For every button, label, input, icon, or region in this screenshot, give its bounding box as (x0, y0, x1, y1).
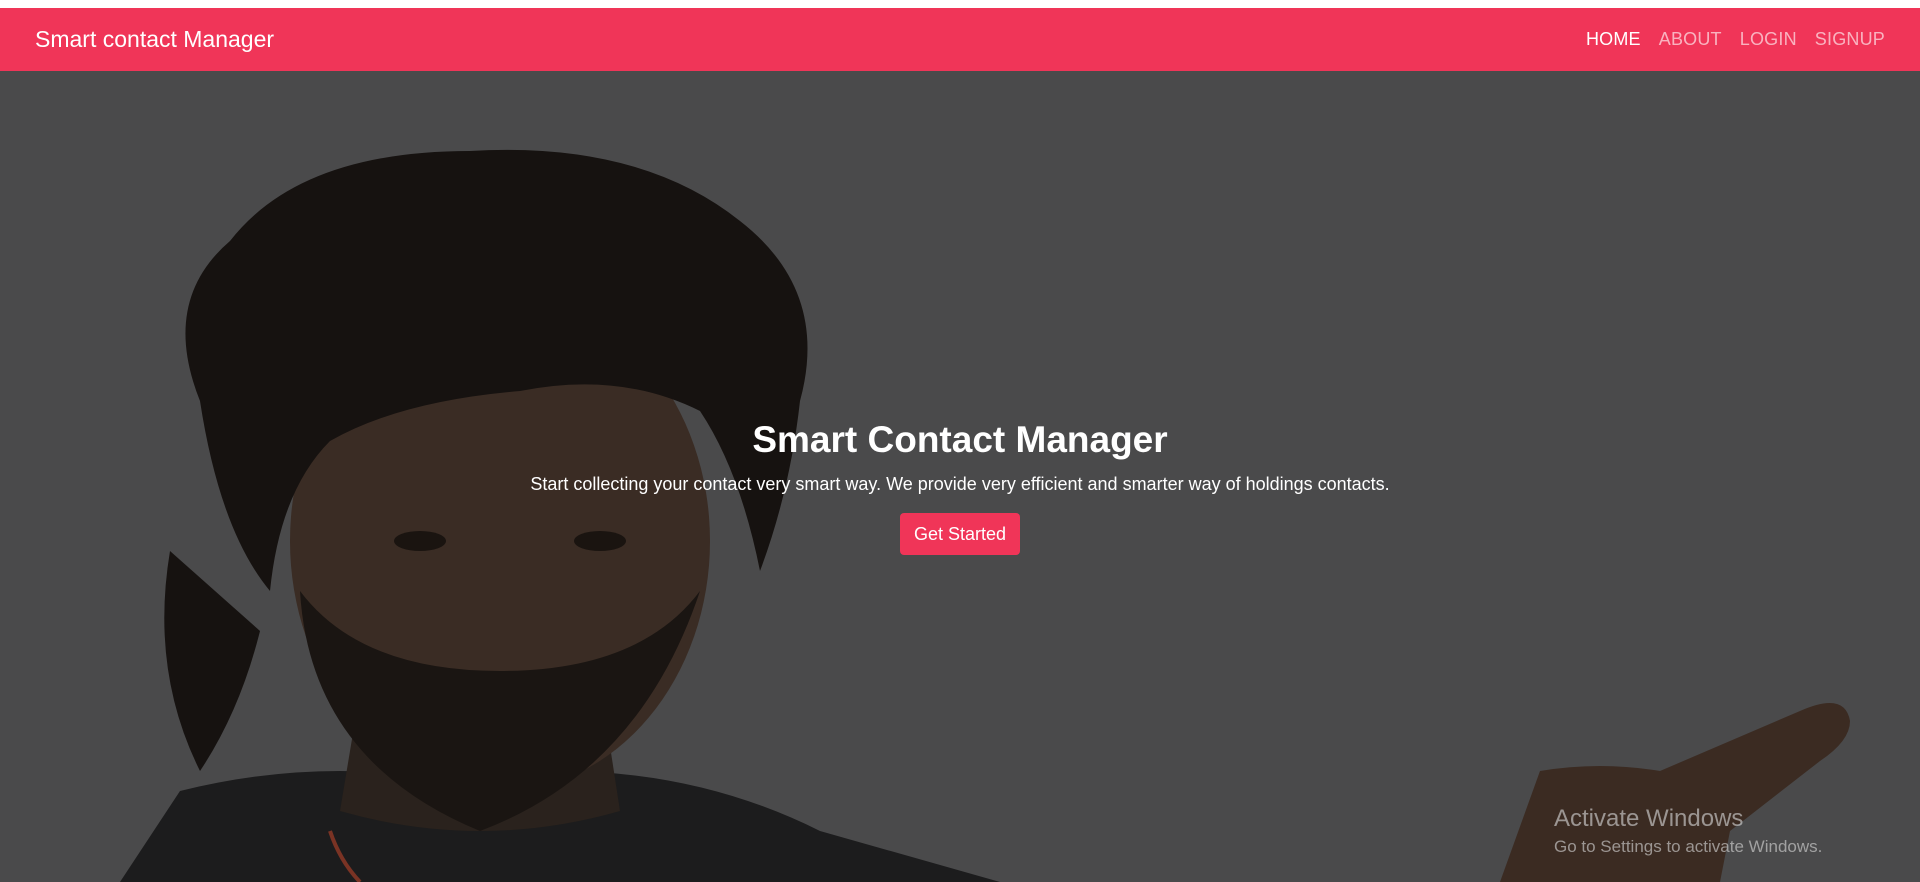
watermark-subtitle: Go to Settings to activate Windows. (1554, 837, 1823, 856)
nav-link-login[interactable]: LOGIN (1731, 29, 1806, 50)
nav-link-home[interactable]: HOME (1577, 29, 1650, 50)
hero-section: Smart Contact Manager Start collecting y… (0, 71, 1920, 882)
top-strip (0, 0, 1920, 8)
nav-link-signup[interactable]: SIGNUP (1806, 29, 1885, 50)
nav-link-about[interactable]: ABOUT (1650, 29, 1731, 50)
navbar: Smart contact Manager HOME ABOUT LOGIN S… (0, 8, 1920, 71)
get-started-button[interactable]: Get Started (899, 513, 1021, 555)
hero-title: Smart Contact Manager (752, 419, 1168, 460)
hero-subtitle: Start collecting your contact very smart… (530, 474, 1390, 494)
brand-link[interactable]: Smart contact Manager (35, 26, 274, 53)
watermark-title: Activate Windows (1554, 805, 1744, 832)
hero-content: Smart Contact Manager Start collecting y… (0, 418, 1920, 555)
nav-links: HOME ABOUT LOGIN SIGNUP (1577, 29, 1885, 50)
activate-windows-watermark: Activate Windows Go to Settings to activ… (1554, 805, 1822, 858)
